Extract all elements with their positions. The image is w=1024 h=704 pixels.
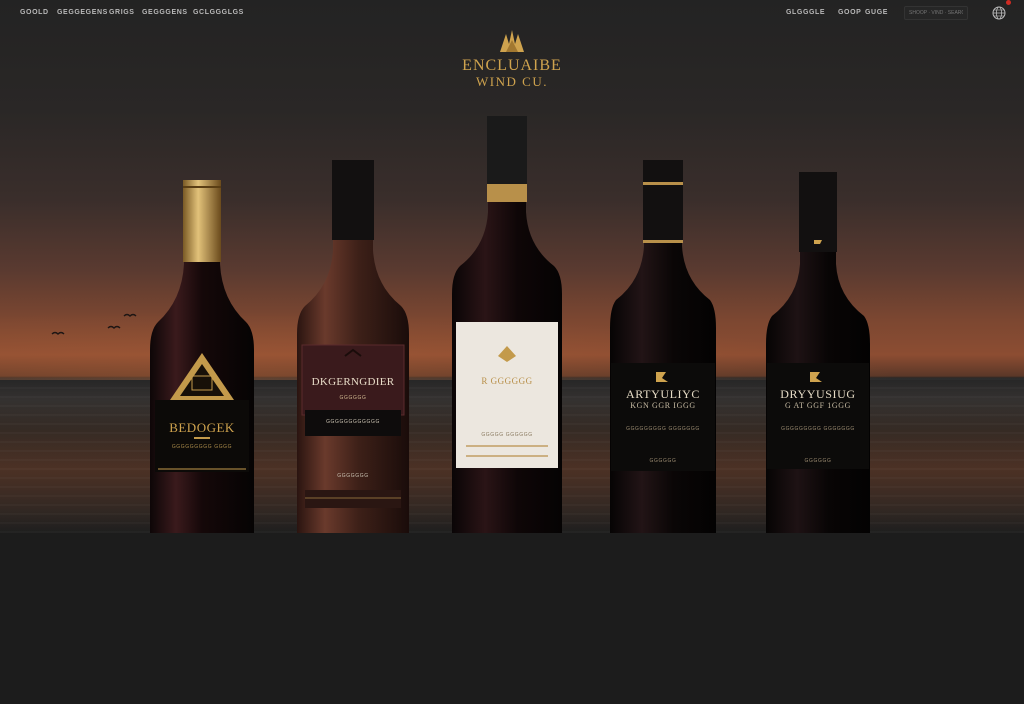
bottle-label-small: GGGGGGGGGGGG (326, 419, 380, 425)
bottle-label-small: GGGGGGGGG GGGGGGG (626, 426, 700, 432)
product-bottle-3[interactable]: R GGGGGG GGGGG GGGGGG (452, 116, 562, 533)
product-bottle-5[interactable]: DRYYUSIUG G AT GGF 1GGG GGGGGGGGG GGGGGG… (766, 172, 870, 533)
search-input[interactable] (904, 6, 968, 20)
notification-dot (1006, 0, 1011, 5)
brand[interactable]: ENCLUAIBE WIND CU. (440, 28, 584, 89)
brand-name-line2: WIND CU. (476, 74, 548, 89)
nav-link-right-1[interactable]: GLGGGLE (786, 9, 825, 16)
nav-link-5[interactable]: GCLGGGLGS (193, 9, 244, 16)
nav-link-right-3[interactable]: GUGE (865, 9, 888, 16)
bottle-label-subtitle: G AT GGF 1GGG (784, 401, 852, 410)
bottle-label-title: BEDOGEK (169, 420, 235, 435)
bottle-label-foot: GGGGGG (804, 458, 832, 464)
birds-decoration (51, 313, 137, 335)
bottle-label-title: R GGGGGG (481, 376, 533, 386)
product-bottle-1[interactable]: BEDOGEK GGGGGGGGG GGGG (150, 180, 254, 533)
bottle-label-title: DRYYUSIUG (780, 387, 856, 401)
globe-icon[interactable] (992, 6, 1006, 20)
bottle-label-subtitle: KGN GGR IGGG (630, 401, 696, 410)
product-bottle-2[interactable]: DKGERNGDIER GGGGGG GGGGGGGGGGGG GGGGGGG (297, 160, 409, 533)
bottle-label-subtitle: GGGGGG (339, 395, 367, 401)
bottom-panel (0, 533, 1024, 704)
bottle-label-title: ARTYULIYC (625, 387, 700, 401)
nav-link-4[interactable]: GEGGGENS (142, 9, 188, 16)
nav-link-1[interactable]: GOOLD (20, 9, 49, 16)
brand-name-line1: ENCLUAIBE (462, 57, 562, 74)
top-nav: GOOLD GEGGEGENS GRIGS GEGGGENS GCLGGGLGS… (0, 0, 1024, 30)
brand-logo-icon (500, 30, 524, 52)
nav-link-2[interactable]: GEGGEGENS (57, 9, 108, 16)
nav-link-3[interactable]: GRIGS (109, 9, 135, 16)
nav-link-right-2[interactable]: GOOP (838, 9, 861, 16)
bottle-label-foot: GGGGGGG (337, 473, 369, 479)
bottle-label-small: GGGGGGGGG GGGGGGG (781, 426, 855, 432)
bottle-label-subtitle: GGGGGGGGG GGGG (171, 444, 233, 450)
bottle-label-title: DKGERNGDIER (311, 376, 395, 388)
product-bottle-4[interactable]: ARTYULIYC KGN GGR IGGG GGGGGGGGG GGGGGGG… (610, 160, 716, 533)
bottle-label-small: GGGGG GGGGGG (481, 432, 533, 438)
bottle-label-foot: GGGGGG (649, 458, 677, 464)
